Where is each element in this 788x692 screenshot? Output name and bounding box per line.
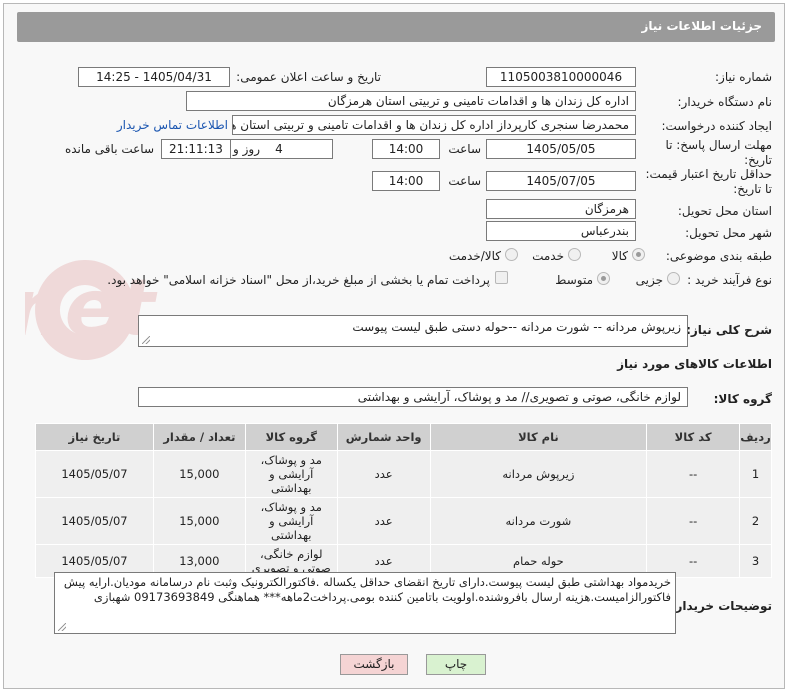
validity-time-label: ساعت	[448, 174, 481, 188]
creator-label: ایجاد کننده درخواست:	[661, 119, 772, 133]
category-radio-goods-service[interactable]	[505, 248, 518, 261]
description-textarea[interactable]: زیرپوش مردانه -- شورت مردانه --حوله دستی…	[138, 315, 688, 347]
cell-row-number: 2	[739, 497, 772, 545]
col-header-quantity: تعداد / مقدار	[152, 423, 246, 451]
cell-date: 1405/05/07	[35, 450, 154, 498]
validity-label-2: تا تاریخ:	[733, 182, 772, 196]
goods-group-field: لوازم خانگی، صوتی و تصویری// مد و پوشاک،…	[138, 387, 688, 407]
buyer-org-field: اداره کل زندان ها و اقدامات تامینی و ترب…	[186, 91, 636, 111]
buyer-notes-text: خریدمواد بهداشتی طبق لیست پیوست.دارای تا…	[63, 575, 671, 604]
category-label: طبقه بندی موضوعی:	[665, 249, 772, 263]
cell-row-number: 1	[739, 450, 772, 498]
buyer-org-label: نام دستگاه خریدار:	[677, 95, 773, 109]
page-title: جزئیات اطلاعات نیاز	[641, 19, 762, 33]
remaining-time-field: 21:11:13	[161, 139, 231, 159]
creator-field: محمدرضا سنجری کارپرداز اداره کل زندان ها…	[232, 115, 636, 135]
col-header-date: تاریخ نیاز	[35, 423, 154, 451]
goods-info-title: اطلاعات کالاهای مورد نیاز	[617, 357, 772, 371]
cell-name: زیرپوش مردانه	[429, 450, 648, 498]
resize-grip-icon[interactable]	[58, 623, 66, 631]
purchase-type-label: نوع فرآیند خرید :	[687, 273, 772, 287]
cell-name: شورت مردانه	[429, 497, 648, 545]
back-button[interactable]: بازگشت	[340, 654, 408, 675]
purchase-radio-minor[interactable]	[667, 272, 680, 285]
send-time-field: 14:00	[372, 139, 440, 159]
announce-date-field: 1405/04/31 - 14:25	[78, 67, 230, 87]
col-header-code: کد کالا	[646, 423, 741, 451]
need-number-field: 1105003810000046	[486, 67, 636, 87]
cell-group: مد و پوشاک، آرایشی و بهداشتی	[244, 497, 338, 545]
province-field: هرمزگان	[486, 199, 636, 219]
treasury-payment-checkbox[interactable]	[495, 271, 508, 284]
province-label: استان محل تحویل:	[677, 204, 772, 218]
col-header-row-number: ردیف	[739, 423, 772, 451]
city-field: بندرعباس	[486, 221, 636, 241]
purchase-option-minor: جزیی	[635, 273, 663, 287]
send-deadline-label: مهلت ارسال پاسخ: تا	[665, 138, 772, 152]
announce-date-label: تاریخ و ساعت اعلان عمومی:	[236, 70, 381, 84]
table-header-row: ردیف کد کالا نام کالا واحد شمارش گروه کا…	[35, 423, 772, 451]
send-time-label: ساعت	[448, 142, 481, 156]
validity-date-field: 1405/07/05	[486, 171, 636, 191]
category-option-goods: کالا	[611, 249, 628, 263]
table-row: 2 -- شورت مردانه عدد مد و پوشاک، آرایشی …	[35, 497, 772, 545]
cell-code: --	[646, 450, 741, 498]
cell-code: --	[646, 497, 741, 545]
cell-quantity: 15,000	[152, 450, 246, 498]
send-date-field: 1405/05/05	[486, 139, 636, 159]
category-option-goods-service: کالا/خدمت	[448, 249, 501, 263]
col-header-unit: واحد شمارش	[336, 423, 431, 451]
description-label: شرح کلی نیاز:	[686, 323, 772, 337]
purchase-radio-medium[interactable]	[597, 272, 610, 285]
table-row: 1 -- زیرپوش مردانه عدد مد و پوشاک، آرایش…	[35, 450, 772, 498]
goods-table: ردیف کد کالا نام کالا واحد شمارش گروه کا…	[35, 423, 772, 578]
send-deadline-label-2: تاریخ:	[744, 153, 772, 167]
buyer-notes-label: توضیحات خریدار:	[670, 599, 772, 613]
col-header-name: نام کالا	[429, 423, 648, 451]
purchase-option-medium: متوسط	[555, 273, 593, 287]
validity-label: حداقل تاریخ اعتبار قیمت:	[645, 167, 772, 181]
need-number-label: شماره نیاز:	[715, 70, 772, 84]
cell-unit: عدد	[336, 450, 431, 498]
days-label: روز و	[233, 142, 260, 156]
resize-grip-icon[interactable]	[142, 336, 150, 344]
buyer-notes-textarea[interactable]: خریدمواد بهداشتی طبق لیست پیوست.دارای تا…	[54, 572, 676, 634]
goods-group-label: گروه کالا:	[713, 392, 772, 406]
category-option-service: خدمت	[532, 249, 564, 263]
remaining-time-label: ساعت باقی مانده	[64, 142, 154, 156]
city-label: شهر محل تحویل:	[685, 226, 772, 240]
cell-row-number: 3	[739, 544, 772, 578]
cell-date: 1405/05/07	[35, 497, 154, 545]
col-header-group: گروه کالا	[244, 423, 338, 451]
validity-time-field: 14:00	[372, 171, 440, 191]
category-radio-service[interactable]	[568, 248, 581, 261]
cell-quantity: 15,000	[152, 497, 246, 545]
cell-unit: عدد	[336, 497, 431, 545]
description-text: زیرپوش مردانه -- شورت مردانه --حوله دستی…	[352, 320, 681, 334]
category-radio-goods[interactable]	[632, 248, 645, 261]
treasury-payment-note: پرداخت تمام یا بخشی از مبلغ خرید،از محل …	[107, 273, 490, 287]
cell-group: مد و پوشاک، آرایشی و بهداشتی	[244, 450, 338, 498]
buyer-contact-link[interactable]: اطلاعات تماس خریدار	[117, 118, 228, 132]
print-button[interactable]: چاپ	[426, 654, 486, 675]
page-header: جزئیات اطلاعات نیاز	[17, 12, 775, 42]
